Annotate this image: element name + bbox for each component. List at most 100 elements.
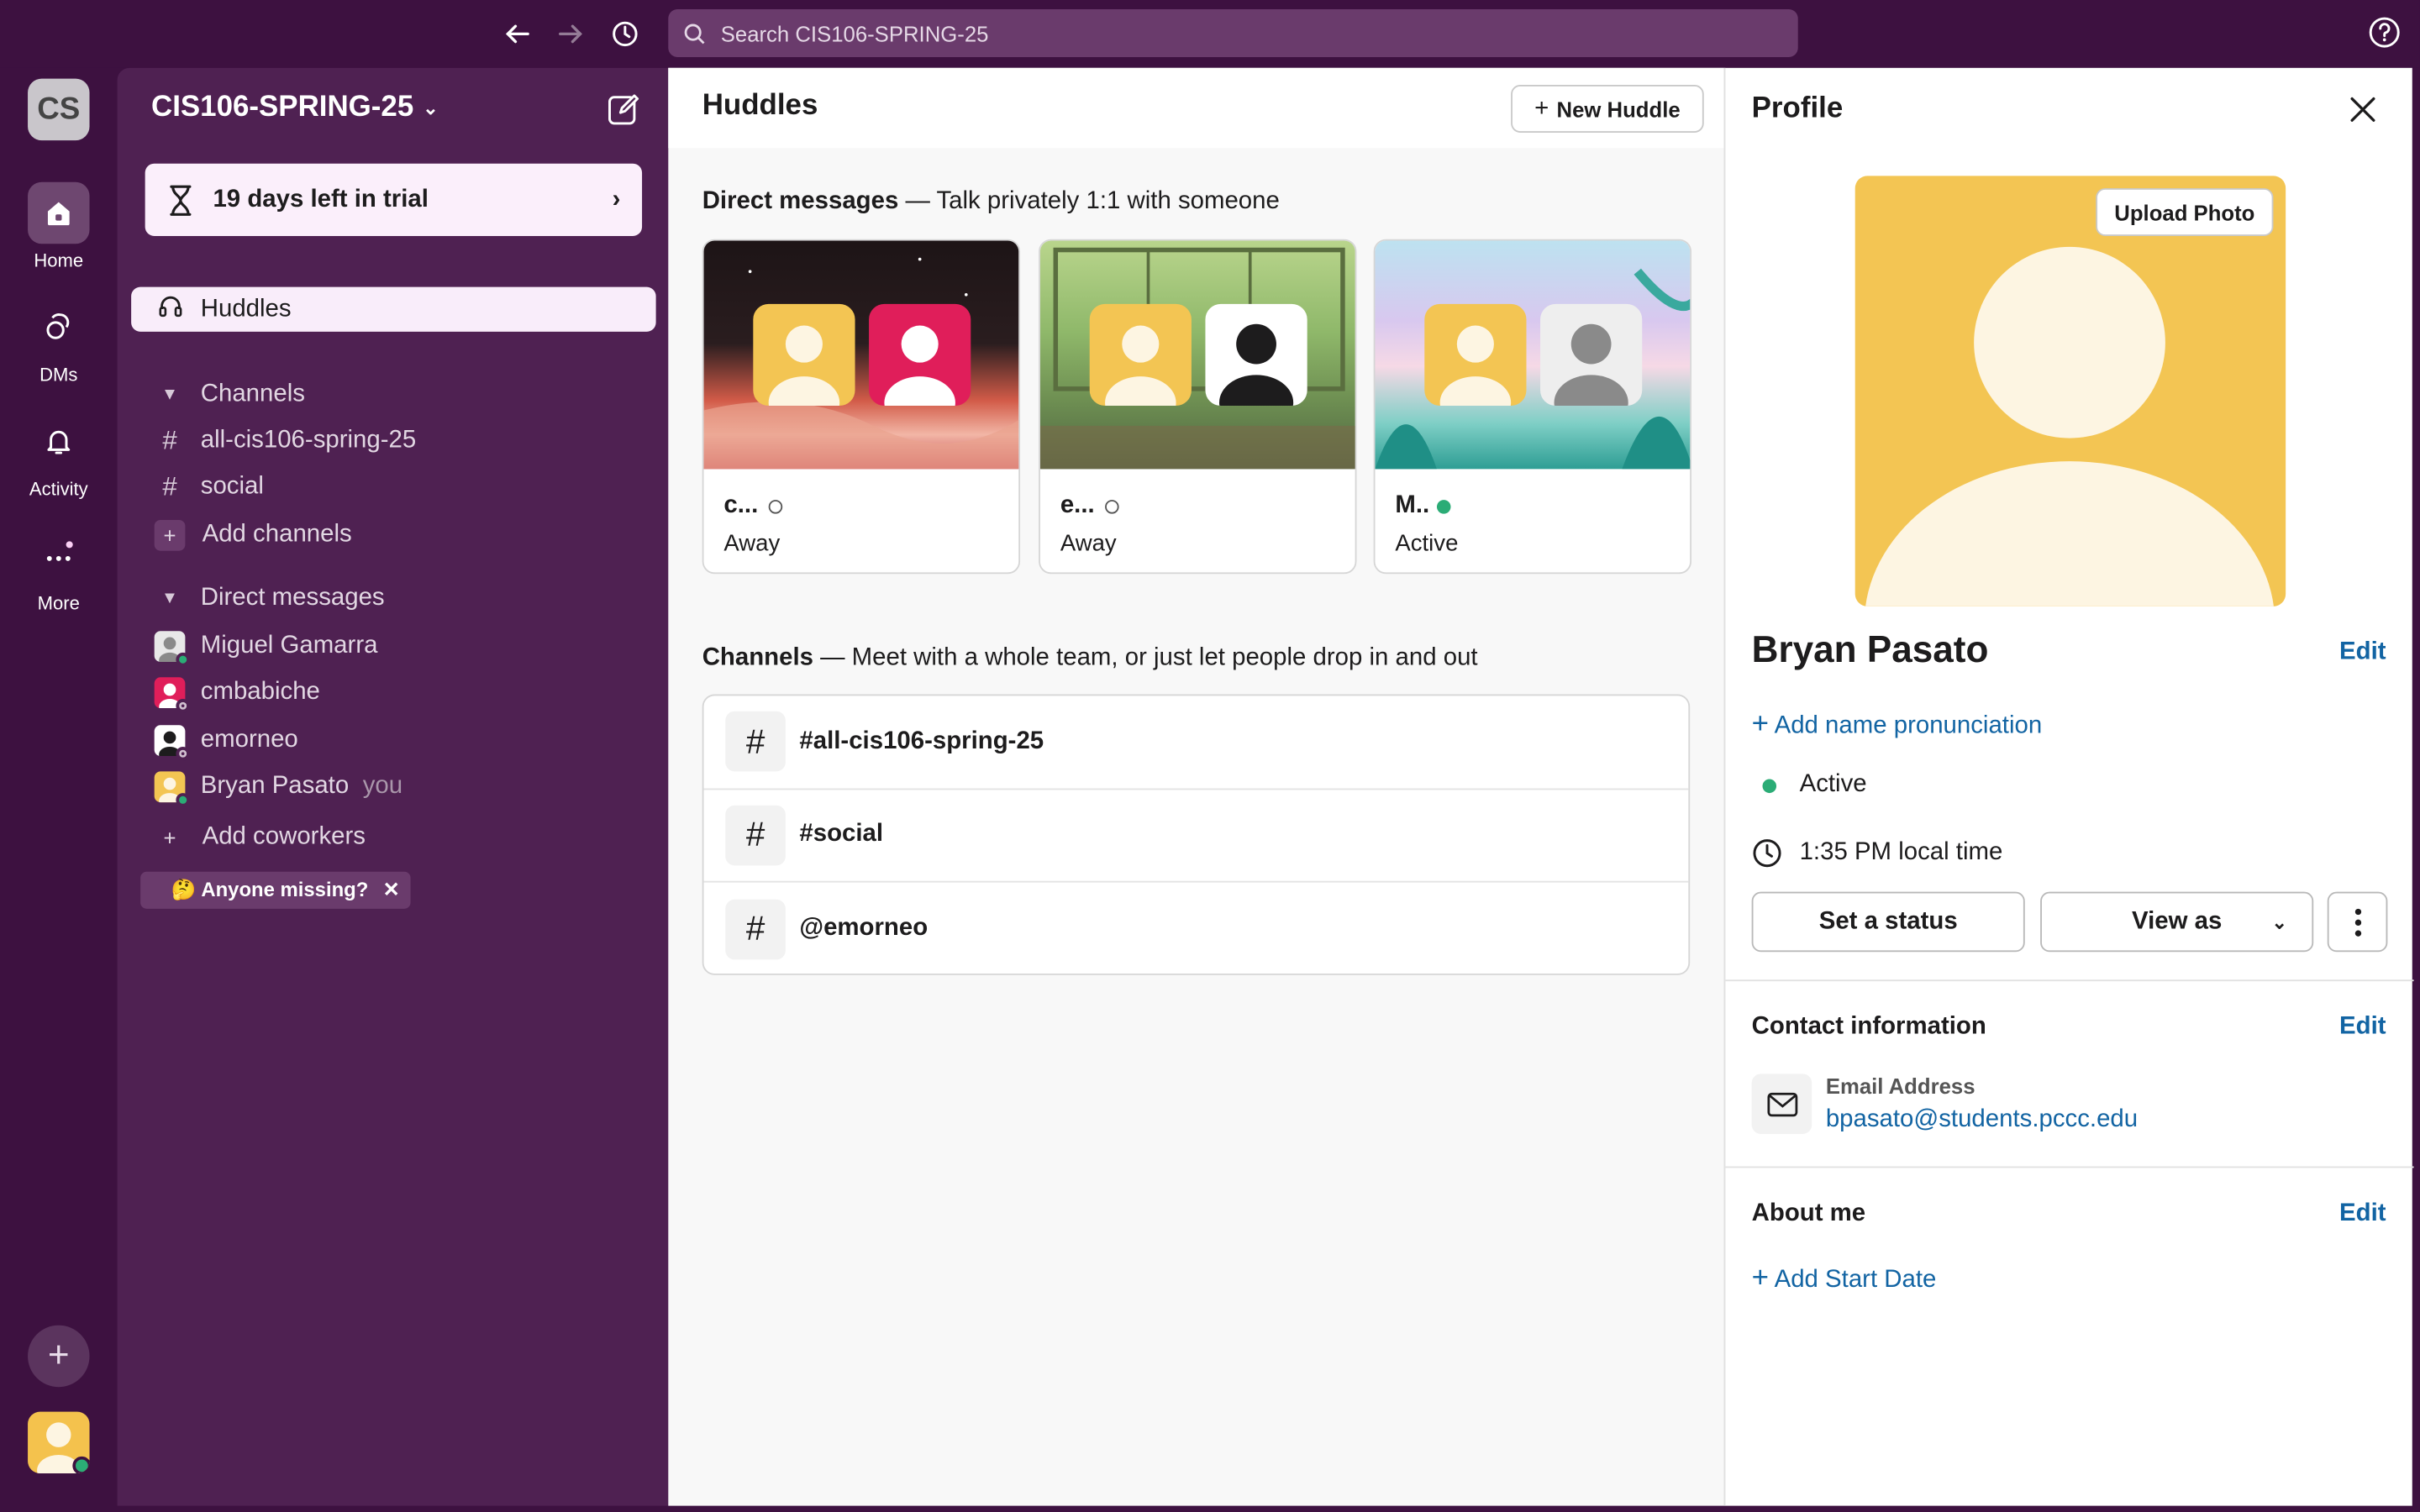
local-time: 1:35 PM local time [1752, 837, 2002, 869]
add-coworkers-label: Add coworkers [202, 822, 366, 850]
huddle-card[interactable]: c... Away [702, 239, 1021, 575]
sidebar-item-channel[interactable]: # social [131, 465, 655, 509]
set-status-button[interactable]: Set a status [1751, 891, 2025, 953]
rail-home[interactable]: Home [0, 181, 118, 272]
channel-huddle-row[interactable]: # #all-cis106-spring-25 [703, 696, 1689, 790]
upload-photo-button[interactable]: Upload Photo [2096, 188, 2274, 237]
trial-banner[interactable]: 19 days left in trial › [145, 163, 643, 237]
trial-text: 19 days left in trial [213, 186, 429, 213]
huddle-card-name: c... [723, 491, 783, 520]
channel-huddle-row[interactable]: # @emorneo [704, 883, 1689, 974]
more-actions-button[interactable] [2327, 891, 2388, 953]
channels-section-toggle[interactable]: ▼ Channels [131, 372, 655, 417]
profile-photo: Upload Photo [1854, 176, 2286, 606]
rail-dms[interactable]: DMs [0, 297, 118, 386]
view-as-dropdown[interactable]: View as ⌄ [2040, 891, 2314, 953]
avatar [869, 303, 971, 407]
huddle-card[interactable]: e... Away [1039, 239, 1357, 575]
profile-panel: Profile Upload Photo Bryan Pasato Edit +… [1723, 67, 2414, 1506]
main-header: Huddles + New Huddle [668, 67, 1724, 149]
card-status: Active [1395, 530, 1459, 558]
help-icon[interactable] [2367, 15, 2401, 49]
channel-huddle-row[interactable]: # #social [703, 790, 1689, 883]
add-channels-button[interactable]: + Add channels [131, 512, 655, 557]
plus-icon: + [1751, 708, 1770, 741]
search-placeholder: Search CIS106-SPRING-25 [720, 20, 989, 46]
channels-section-heading: Channels — Meet with a whole team, or ju… [702, 645, 1478, 673]
channel-row-label: #all-cis106-spring-25 [799, 727, 1044, 754]
email-label: Email Address [1825, 1074, 1975, 1099]
presence-label: Active [1799, 771, 1867, 798]
main-panel: Huddles + New Huddle Direct messages — T… [668, 67, 1724, 1506]
rail-home-label: Home [34, 249, 84, 272]
profile-title: Profile [1751, 92, 1844, 125]
avatar [1089, 303, 1192, 407]
back-arrow-icon[interactable] [498, 15, 535, 52]
home-icon [28, 181, 90, 244]
sidebar-dm-item[interactable]: cmbabiche [131, 669, 655, 714]
huddle-card-name: e... [1060, 491, 1120, 520]
forward-arrow-icon[interactable] [553, 15, 590, 52]
user-avatar[interactable] [28, 1411, 90, 1474]
dm-header: Direct messages [200, 584, 385, 611]
about-me-title: About me [1751, 1200, 1866, 1227]
plus-icon: + [163, 824, 176, 850]
close-icon[interactable] [2348, 94, 2379, 125]
away-dot [1105, 499, 1120, 513]
email-link[interactable]: bpasato@students.pccc.edu [1826, 1106, 2138, 1134]
anyone-missing-label: 🤔 Anyone missing? [171, 878, 369, 901]
presence-dot [176, 792, 190, 806]
edit-profile-link[interactable]: Edit [2339, 638, 2386, 666]
card-name-text: e... [1060, 491, 1095, 519]
add-workspace-plus-icon[interactable]: + [28, 1325, 90, 1388]
search-bar[interactable]: Search CIS106-SPRING-25 [668, 9, 1798, 57]
caret-down-icon: ▼ [161, 588, 179, 607]
dm-section-toggle[interactable]: ▼ Direct messages [131, 575, 655, 620]
edit-about-link[interactable]: Edit [2339, 1200, 2386, 1228]
history-clock-icon[interactable] [607, 15, 644, 52]
huddle-background-image [1039, 240, 1355, 470]
rail-activity-label: Activity [29, 478, 88, 501]
add-start-date-link[interactable]: + Add Start Date [1752, 1262, 1937, 1295]
workspace-name: CIS106-SPRING-25 [150, 91, 414, 123]
card-status: Away [723, 530, 781, 558]
sidebar-item-huddles[interactable]: Huddles [131, 286, 656, 332]
edit-contact-link[interactable]: Edit [2339, 1014, 2386, 1042]
sidebar-item-channel[interactable]: # all-cis106-spring-25 [131, 418, 655, 463]
sidebar: CIS106-SPRING-25 ⌄ 19 days left in trial… [117, 67, 669, 1506]
profile-name: Bryan Pasato [1751, 629, 1989, 671]
sidebar-item-label: Huddles [200, 295, 292, 322]
view-as-label: View as [2131, 907, 2223, 935]
caret-down-icon: ▼ [161, 385, 179, 404]
chevron-down-icon: ⌄ [423, 97, 439, 119]
channels-section-desc: — Meet with a whole team, or just let pe… [813, 644, 1478, 671]
sidebar-dm-item[interactable]: Miguel Gamarra [131, 623, 655, 668]
sidebar-dm-item-self[interactable]: Bryan Pasato you [131, 764, 655, 808]
hash-icon: # [725, 711, 786, 772]
avatar [753, 303, 855, 407]
add-start-date-label: Add Start Date [1774, 1266, 1937, 1294]
hash-icon: # [725, 899, 786, 960]
presence-status: Active [1752, 771, 1867, 799]
anyone-missing-prompt[interactable]: 🤔 Anyone missing? ✕ [140, 871, 411, 909]
avatar [154, 630, 190, 668]
card-name-text: c... [723, 491, 759, 519]
workspace-name-menu[interactable]: CIS106-SPRING-25 ⌄ [151, 91, 439, 124]
vertical-dots-icon [2354, 907, 2361, 936]
dm-section-desc: — Talk privately 1:1 with someone [898, 188, 1280, 215]
away-dot [769, 499, 783, 513]
add-name-pronunciation-link[interactable]: + Add name pronunciation [1752, 708, 2043, 742]
sidebar-dm-item[interactable]: emorneo [131, 717, 655, 762]
add-coworkers-button[interactable]: + Add coworkers [131, 815, 655, 859]
new-huddle-button[interactable]: + New Huddle [1511, 85, 1704, 133]
rail-activity[interactable]: Activity [0, 411, 118, 501]
channel-row-label: #social [799, 821, 884, 848]
card-status: Away [1060, 530, 1117, 558]
compose-icon[interactable] [603, 90, 644, 130]
huddle-card[interactable]: M.. Active [1373, 239, 1692, 575]
more-dots-icon [28, 524, 89, 585]
rail-more[interactable]: More [0, 524, 118, 614]
workspace-icon[interactable]: CS [28, 78, 90, 141]
channels-header: Channels [200, 380, 305, 407]
close-icon[interactable]: ✕ [383, 878, 400, 902]
